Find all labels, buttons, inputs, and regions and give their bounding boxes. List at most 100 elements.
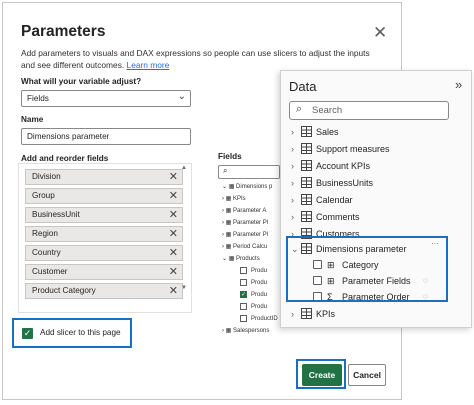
tree-field-label: Produ — [251, 280, 268, 287]
list-item-label: Division — [32, 172, 61, 181]
tree-field[interactable]: ProductID — [240, 315, 278, 322]
chevron-right-icon: › — [291, 161, 294, 171]
chevron-right-icon: › — [291, 127, 294, 137]
data-search-input[interactable]: ⌕ Search — [289, 101, 449, 120]
chevron-right-icon: › — [291, 212, 294, 222]
remove-icon[interactable]: ✕ — [169, 208, 178, 221]
fields-column: Fields ⌕ ⌄ ▦ Dimensions p › ▦ KPIs › ▦ P… — [218, 152, 282, 352]
remove-icon[interactable]: ✕ — [169, 265, 178, 278]
tree-field-label: Produ — [251, 292, 268, 299]
tree-field[interactable]: ✓ Produ — [240, 291, 267, 298]
tree-item-label: Parameter A — [233, 208, 267, 214]
search-icon: ⌕ — [296, 103, 303, 115]
field-list: Division ✕ Group ✕ BusinessUnit ✕ Region ✕ C… — [18, 163, 192, 313]
list-item[interactable]: BusinessUnit ✕ — [25, 207, 183, 223]
chevron-right-icon: › — [291, 195, 294, 205]
table-label: KPIs — [316, 309, 336, 319]
fields-search-input[interactable]: ⌕ — [218, 165, 280, 179]
list-item[interactable]: Product Category ✕ — [25, 283, 183, 299]
name-label: Name — [21, 115, 44, 124]
table-icon — [301, 211, 312, 222]
tree-field[interactable]: Produ — [240, 303, 267, 310]
remove-icon[interactable]: ✕ — [169, 246, 178, 259]
tree-item[interactable]: › ▦ Parameter Pl — [222, 219, 268, 226]
fields-label: Fields — [218, 152, 242, 161]
learn-more-link[interactable]: Learn more — [127, 60, 170, 70]
adjust-select-value: Fields — [27, 94, 49, 103]
tree-item[interactable]: ⌄ ▦ Products — [222, 255, 260, 262]
table-icon — [301, 126, 312, 137]
data-pane-title: Data — [289, 79, 317, 94]
list-item-label: Country — [32, 248, 61, 257]
create-button[interactable]: Create — [302, 364, 342, 386]
list-item-label: Group — [32, 191, 55, 200]
tree-item-label: Parameter Pl — [233, 220, 269, 226]
list-item-label: Product Category — [32, 286, 96, 295]
table-item-account-kpis[interactable]: › Account KPIs — [291, 159, 370, 173]
tree-field[interactable]: Produ — [240, 279, 267, 286]
add-reorder-label: Add and reorder fields — [21, 154, 109, 163]
name-input-value: Dimensions parameter — [27, 132, 110, 141]
tree-item[interactable]: › ▦ Parameter A — [222, 207, 266, 214]
dialog-description: Add parameters to visuals and DAX expres… — [21, 47, 371, 71]
table-label: BusinessUnits — [316, 178, 374, 188]
dialog-title: Parameters — [21, 23, 106, 40]
search-placeholder: Search — [312, 105, 343, 116]
remove-icon[interactable]: ✕ — [169, 284, 178, 297]
tree-item[interactable]: ⌄ ▦ Dimensions p — [222, 183, 272, 190]
tree-item[interactable]: › ▦ Salespersons — [222, 327, 269, 334]
table-item-support-measures[interactable]: › Support measures — [291, 142, 390, 156]
tree-item-label: Period Calcu — [233, 244, 268, 250]
table-icon — [301, 194, 312, 205]
cancel-button[interactable]: Cancel — [348, 364, 386, 386]
close-icon[interactable]: ✕ — [373, 23, 387, 43]
list-item[interactable]: Country ✕ — [25, 245, 183, 261]
tree-item-label: KPIs — [233, 196, 246, 202]
table-icon — [301, 160, 312, 171]
tree-field[interactable]: Produ — [240, 267, 267, 274]
remove-icon[interactable]: ✕ — [169, 227, 178, 240]
list-item[interactable]: Division ✕ — [25, 169, 183, 185]
chevron-down-icon: ⌄ — [177, 91, 186, 102]
list-item[interactable]: Group ✕ — [25, 188, 183, 204]
tree-field-label: Produ — [251, 268, 268, 275]
table-label: Support measures — [316, 144, 390, 154]
tree-field-label: Produ — [251, 304, 268, 311]
tree-item-label: Products — [236, 256, 260, 262]
collapse-icon[interactable]: » — [455, 77, 462, 92]
tree-item[interactable]: › ▦ Parameter Pl — [222, 231, 268, 238]
table-item-calendar[interactable]: › Calendar — [291, 193, 353, 207]
scrollbar-arrows[interactable]: ▲ ▼ — [181, 165, 187, 291]
name-input[interactable]: Dimensions parameter — [21, 128, 191, 145]
table-item-sales[interactable]: › Sales — [291, 125, 339, 139]
table-label: Account KPIs — [316, 161, 371, 171]
tree-item[interactable]: › ▦ KPIs — [222, 195, 246, 202]
list-item[interactable]: Customer ✕ — [25, 264, 183, 280]
chevron-right-icon: › — [291, 144, 294, 154]
adjust-label: What will your variable adjust? — [21, 77, 142, 86]
list-item[interactable]: Region ✕ — [25, 226, 183, 242]
search-icon: ⌕ — [223, 166, 228, 175]
table-icon — [301, 308, 312, 319]
tree-item-label: Parameter Pl — [233, 232, 269, 238]
add-slicer-label: Add slicer to this page — [40, 328, 121, 337]
table-icon — [301, 177, 312, 188]
remove-icon[interactable]: ✕ — [169, 189, 178, 202]
tree-item-label: Salespersons — [233, 328, 270, 334]
add-slicer-checkbox[interactable]: ✓ Add slicer to this page — [12, 318, 132, 348]
table-label: Comments — [316, 212, 360, 222]
table-item-kpis[interactable]: › KPIs — [291, 307, 335, 321]
description-text: Add parameters to visuals and DAX expres… — [21, 48, 370, 70]
dimensions-parameter-highlight — [286, 236, 448, 302]
adjust-select[interactable]: Fields ⌄ — [21, 90, 191, 107]
checkmark-icon: ✓ — [22, 328, 33, 339]
table-item-businessunits[interactable]: › BusinessUnits — [291, 176, 373, 190]
table-label: Calendar — [316, 195, 353, 205]
tree-item[interactable]: › ▦ Period Calcu — [222, 243, 267, 250]
table-item-comments[interactable]: › Comments — [291, 210, 360, 224]
chevron-right-icon: › — [291, 309, 294, 319]
list-item-label: Region — [32, 229, 58, 238]
remove-icon[interactable]: ✕ — [169, 170, 178, 183]
tree-item-label: Dimensions p — [236, 184, 273, 190]
table-label: Sales — [316, 127, 339, 137]
